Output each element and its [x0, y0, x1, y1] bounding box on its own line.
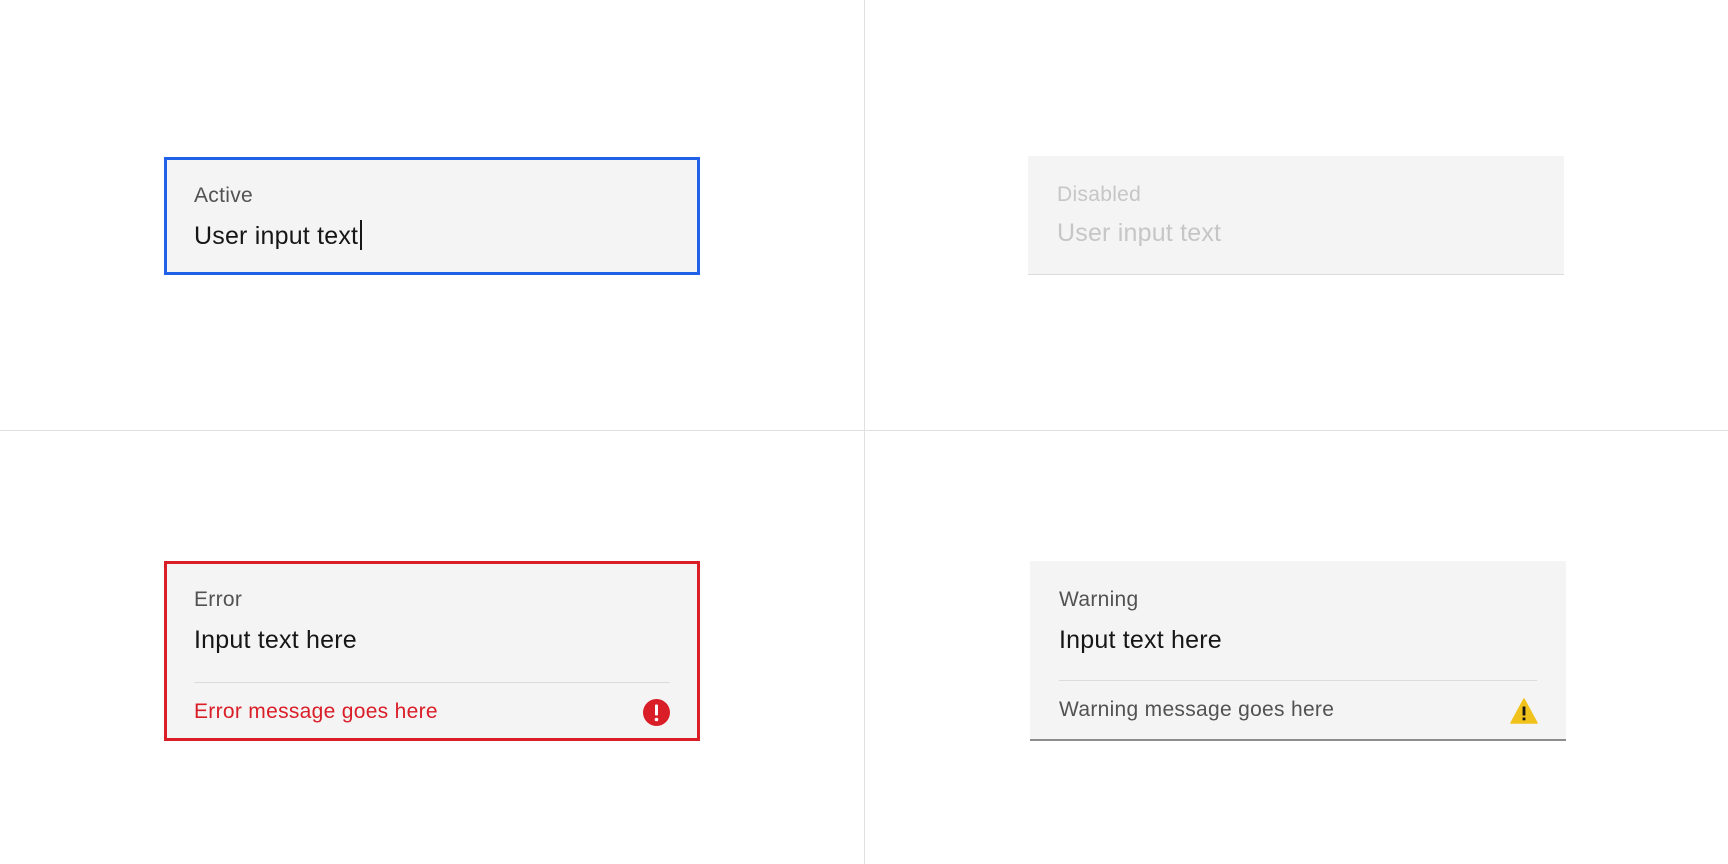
quadrant-divider-horizontal: [0, 430, 1728, 431]
text-input-warning[interactable]: Warning Input text here Warning message …: [1030, 561, 1566, 741]
warning-input-value[interactable]: Input text here: [1059, 626, 1222, 655]
error-filled-icon: [643, 699, 670, 726]
disabled-input-value: User input text: [1057, 219, 1222, 247]
warning-input-label: Warning: [1059, 588, 1139, 611]
warning-message: Warning message goes here: [1059, 698, 1335, 721]
quadrant-divider-vertical: [864, 0, 865, 864]
text-input-disabled: Disabled User input text: [1028, 156, 1564, 275]
text-input-active[interactable]: Active User input text: [164, 157, 700, 275]
error-input-divider: [194, 682, 670, 683]
active-input-value-row[interactable]: User input text: [194, 220, 363, 251]
warning-triangle-icon: [1510, 698, 1538, 724]
error-input-value[interactable]: Input text here: [194, 626, 357, 655]
error-input-label: Error: [194, 588, 243, 611]
warning-input-divider: [1059, 680, 1537, 681]
text-caret: [360, 220, 363, 250]
error-message: Error message goes here: [194, 700, 438, 723]
active-input-label: Active: [194, 184, 253, 207]
text-input-error[interactable]: Error Input text here Error message goes…: [164, 561, 700, 741]
active-input-value[interactable]: User input text: [194, 222, 358, 250]
disabled-input-label: Disabled: [1057, 183, 1142, 206]
